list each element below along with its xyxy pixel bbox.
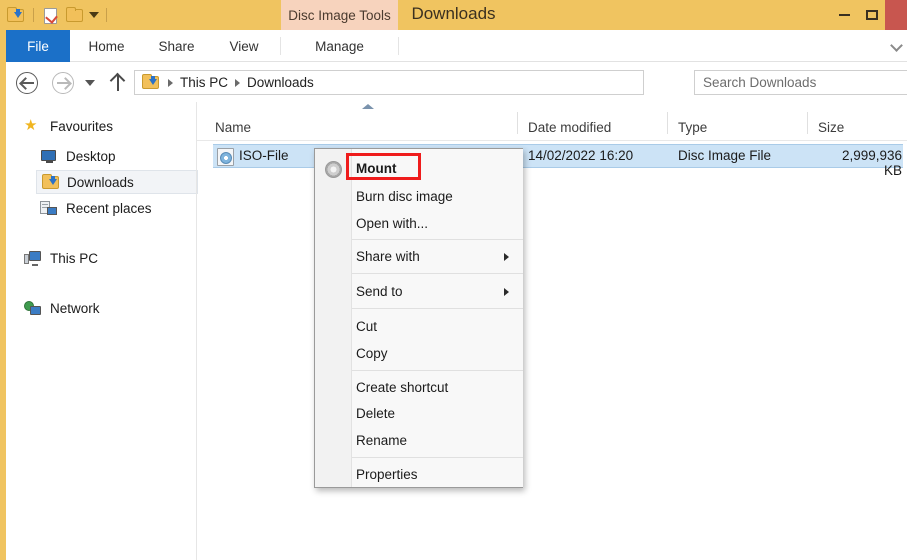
this-pc-icon xyxy=(24,250,42,266)
breadcrumb-separator-1 xyxy=(168,79,173,87)
menu-separator-4 xyxy=(352,370,523,371)
file-list-pane: Name Date modified Type Size ISO-File 14… xyxy=(197,102,907,560)
header-underline xyxy=(197,140,907,141)
sidebar-label-recent-places: Recent places xyxy=(66,201,152,216)
downloads-icon xyxy=(41,174,59,190)
window-left-border-2 xyxy=(0,62,6,102)
ribbon-tab-strip: File Home Share View Manage xyxy=(0,30,907,62)
forward-button[interactable] xyxy=(52,72,74,94)
cell-type: Disc Image File xyxy=(678,148,771,163)
minimize-button[interactable] xyxy=(831,0,858,30)
column-divider-1[interactable] xyxy=(517,112,518,134)
breadcrumb-this-pc[interactable]: This PC xyxy=(180,75,228,90)
menu-separator-5 xyxy=(352,457,523,458)
sidebar-item-downloads[interactable]: Downloads xyxy=(36,170,198,194)
submenu-arrow-icon-send-to xyxy=(504,288,509,296)
maximize-icon xyxy=(866,10,878,20)
arrow-left-icon xyxy=(21,82,34,84)
disc-image-icon xyxy=(325,161,342,178)
search-box[interactable]: Search Downloads xyxy=(694,70,907,95)
menu-item-cut[interactable]: Cut xyxy=(352,312,523,340)
sidebar-group-favourites[interactable]: ★ Favourites xyxy=(20,114,198,138)
cell-size: 2,999,936 KB xyxy=(842,148,902,178)
tab-divider-right xyxy=(398,37,399,55)
window-title: Downloads xyxy=(0,4,907,24)
cell-date-modified: 14/02/2022 16:20 xyxy=(528,148,633,163)
menu-separator-3 xyxy=(352,308,523,309)
window-controls xyxy=(831,0,907,30)
context-menu-icon-gutter xyxy=(315,149,352,487)
minimize-icon xyxy=(839,14,850,16)
up-one-level-icon[interactable] xyxy=(117,75,119,91)
sidebar-item-this-pc[interactable]: This PC xyxy=(20,246,198,270)
recent-locations-icon[interactable] xyxy=(85,80,95,86)
menu-item-send-to[interactable]: Send to xyxy=(352,277,523,305)
menu-item-rename[interactable]: Rename xyxy=(352,426,523,454)
sort-ascending-icon xyxy=(362,104,374,109)
file-explorer-window: Disc Image Tools Downloads File Home Sha… xyxy=(0,0,907,560)
sidebar-label-network: Network xyxy=(50,301,100,316)
tab-divider-left xyxy=(280,37,281,55)
back-button[interactable] xyxy=(16,72,38,94)
network-icon xyxy=(24,300,42,316)
column-header-size[interactable]: Size xyxy=(818,114,844,140)
tab-manage[interactable]: Manage xyxy=(281,30,398,62)
menu-item-open-with[interactable]: Open with... xyxy=(352,209,523,237)
breadcrumb-downloads[interactable]: Downloads xyxy=(247,75,314,90)
sidebar-label-desktop: Desktop xyxy=(66,149,116,164)
star-icon: ★ xyxy=(24,118,42,134)
chevron-down-icon[interactable] xyxy=(890,39,903,52)
tab-view[interactable]: View xyxy=(210,30,278,62)
tab-home[interactable]: Home xyxy=(70,30,143,62)
menu-item-create-shortcut[interactable]: Create shortcut xyxy=(352,373,523,401)
address-bar-row: This PC Downloads Search Downloads xyxy=(0,62,907,102)
column-divider-3[interactable] xyxy=(807,112,808,134)
navigation-pane: ★ Favourites Desktop Downloads xyxy=(6,102,196,560)
mount-highlight-annotation xyxy=(346,153,421,180)
column-header-type[interactable]: Type xyxy=(678,114,707,140)
column-header-name[interactable]: Name xyxy=(215,114,251,140)
menu-item-burn-disc-image[interactable]: Burn disc image xyxy=(352,182,523,210)
close-button[interactable] xyxy=(885,0,907,30)
recent-places-icon xyxy=(40,200,58,216)
sidebar-item-recent-places[interactable]: Recent places xyxy=(36,196,198,220)
tab-file[interactable]: File xyxy=(6,30,70,62)
menu-separator-2 xyxy=(352,273,523,274)
breadcrumb-separator-2 xyxy=(235,79,240,87)
submenu-arrow-icon-share-with xyxy=(504,253,509,261)
sidebar-item-network[interactable]: Network xyxy=(20,296,198,320)
menu-item-delete[interactable]: Delete xyxy=(352,399,523,427)
arrow-right-icon xyxy=(57,82,70,84)
column-divider-2[interactable] xyxy=(667,112,668,134)
sidebar-label-this-pc: This PC xyxy=(50,251,98,266)
title-bar: Disc Image Tools Downloads xyxy=(0,0,907,30)
menu-separator-1 xyxy=(352,239,523,240)
disc-image-file-icon xyxy=(217,148,234,166)
tab-share[interactable]: Share xyxy=(143,30,210,62)
maximize-button[interactable] xyxy=(858,0,885,30)
menu-item-properties[interactable]: Properties xyxy=(352,460,523,488)
sidebar-item-desktop[interactable]: Desktop xyxy=(36,144,198,168)
cell-name: ISO-File xyxy=(239,148,289,163)
address-breadcrumb-bar[interactable]: This PC Downloads xyxy=(134,70,644,95)
downloads-folder-icon-breadcrumb xyxy=(141,74,161,92)
menu-item-copy[interactable]: Copy xyxy=(352,339,523,367)
context-menu: Mount Burn disc image Open with... Share… xyxy=(314,148,523,488)
column-header-date-modified[interactable]: Date modified xyxy=(528,114,611,140)
menu-item-share-with[interactable]: Share with xyxy=(352,242,523,270)
sidebar-label-favourites: Favourites xyxy=(50,119,113,134)
desktop-icon xyxy=(40,148,58,164)
sidebar-label-downloads: Downloads xyxy=(67,175,134,190)
search-input[interactable]: Search Downloads xyxy=(703,75,816,90)
